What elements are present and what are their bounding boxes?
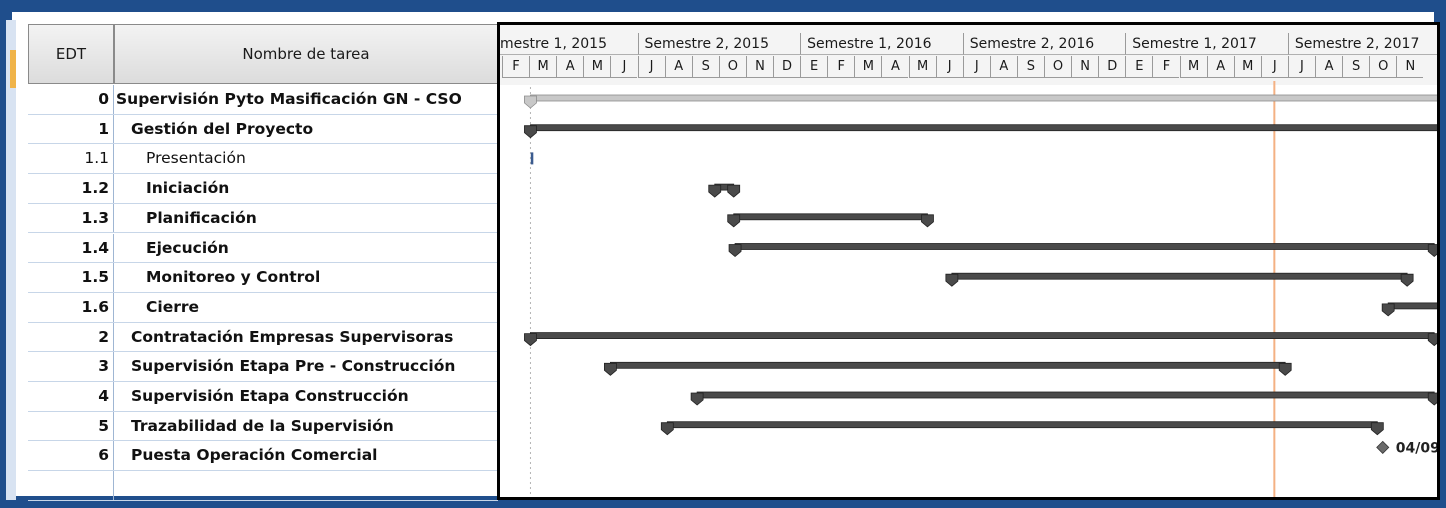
task-name-cell[interactable]: Supervisión Pyto Masificación GN - CSO	[116, 85, 462, 114]
task-bar-short	[530, 152, 534, 165]
edt-cell[interactable]: 6	[28, 441, 114, 471]
summary-bar	[734, 243, 1435, 250]
summary-bar	[666, 421, 1378, 429]
summary-bar	[1387, 302, 1437, 310]
summary-end-cap	[727, 184, 741, 198]
table-row[interactable]: 1.6 Cierre	[28, 292, 498, 323]
task-name-cell[interactable]: Iniciación	[116, 174, 229, 203]
edt-cell[interactable]	[28, 471, 114, 500]
summary-start-cap	[708, 184, 722, 198]
column-header-edt[interactable]: EDT	[28, 24, 114, 84]
summary-start-cap	[524, 333, 537, 347]
summary-bar	[951, 272, 1408, 280]
empty-row[interactable]	[28, 471, 498, 501]
table-row[interactable]: 0 Supervisión Pyto Masificación GN - CSO	[28, 85, 498, 115]
task-table: EDT Nombre de tarea 0 Supervisión Pyto Ma…	[28, 24, 498, 501]
table-row[interactable]: 3 Supervisión Etapa Pre - Construcción	[28, 352, 498, 382]
table-row[interactable]: 1.1 Presentación	[28, 144, 498, 175]
edt-cell[interactable]: 1	[28, 114, 114, 144]
table-row[interactable]: 6 Puesta Operación Comercial	[28, 441, 498, 472]
edt-cell[interactable]: 3	[28, 352, 114, 381]
summary-start-cap	[690, 392, 704, 406]
summary-end-cap	[1400, 273, 1414, 287]
column-header-task-name[interactable]: Nombre de tarea	[114, 24, 498, 84]
summary-end-cap	[1439, 96, 1440, 108]
task-name-cell[interactable]: Ejecución	[116, 234, 229, 263]
edt-cell[interactable]: 2	[28, 322, 114, 352]
table-row[interactable]: 5 Trazabilidad de la Supervisión	[28, 411, 498, 442]
milestone-diamond	[1376, 440, 1390, 454]
summary-end-cap	[1427, 333, 1437, 347]
edt-cell[interactable]: 1.2	[28, 174, 114, 203]
task-name-cell[interactable]: Supervisión Etapa Construcción	[116, 382, 409, 411]
summary-end-cap	[921, 214, 934, 228]
summary-bar	[530, 124, 1437, 132]
gantt-bars: 04/09	[524, 81, 1440, 497]
task-name-cell[interactable]: Supervisión Etapa Pre - Construcción	[116, 352, 455, 381]
summary-start-cap	[727, 214, 741, 228]
task-name-cell[interactable]: Cierre	[116, 293, 199, 322]
gantt-chart: mestre 1, 2015 Semestre 2, 2015 Semestre 1…	[497, 22, 1440, 500]
summary-start-cap	[660, 422, 674, 436]
summary-bar	[733, 213, 928, 221]
summary-end-cap	[1278, 362, 1292, 376]
edt-cell[interactable]: 1.3	[28, 203, 114, 233]
table-row[interactable]: 1 Gestión del Proyecto	[28, 114, 498, 145]
task-name-cell[interactable]: Monitoreo y Control	[116, 263, 320, 292]
summary-bar	[610, 361, 1286, 369]
summary-start-cap	[524, 125, 537, 139]
edt-cell[interactable]: 1.6	[28, 292, 114, 322]
task-name-cell[interactable]: Puesta Operación Comercial	[116, 441, 377, 470]
summary-start-cap	[728, 244, 742, 258]
edt-cell[interactable]: 4	[28, 382, 114, 411]
summary-start-cap	[604, 362, 617, 376]
table-row[interactable]: 4 Supervisión Etapa Construcción	[28, 382, 498, 412]
summary-end-cap	[1427, 392, 1437, 406]
milestone-date-label: 04/09	[1396, 440, 1440, 456]
table-row[interactable]: 1.3 Planificación	[28, 203, 498, 234]
summary-bar	[530, 94, 1437, 102]
task-name-cell[interactable]: Contratación Empresas Supervisoras	[116, 323, 453, 352]
summary-end-cap	[1370, 422, 1384, 436]
summary-start-cap	[1381, 303, 1395, 317]
row-selector-strip[interactable]	[6, 20, 16, 500]
edt-cell[interactable]: 0	[28, 85, 114, 114]
task-name-cell[interactable]: Gestión del Proyecto	[116, 115, 313, 144]
summary-start-cap	[524, 95, 537, 109]
table-row[interactable]: 1.2 Iniciación	[28, 174, 498, 204]
edt-cell[interactable]: 1.5	[28, 263, 114, 292]
table-row[interactable]: 1.4 Ejecución	[28, 233, 498, 264]
summary-bar	[696, 391, 1435, 399]
summary-end-cap	[1439, 126, 1440, 138]
summary-end-cap	[1427, 244, 1437, 258]
summary-start-cap	[945, 273, 959, 287]
task-name-cell[interactable]: Planificación	[116, 204, 257, 233]
edt-cell[interactable]: 1.1	[28, 144, 114, 174]
edt-cell[interactable]: 5	[28, 411, 114, 441]
task-name-cell[interactable]: Trazabilidad de la Supervisión	[116, 412, 394, 441]
task-name-cell[interactable]: Presentación	[116, 144, 246, 173]
table-row[interactable]: 1.5 Monitoreo y Control	[28, 263, 498, 293]
table-row[interactable]: 2 Contratación Empresas Supervisoras	[28, 322, 498, 353]
summary-end-cap	[1439, 304, 1440, 316]
active-row-marker	[10, 50, 16, 88]
edt-cell[interactable]: 1.4	[28, 233, 114, 263]
summary-bar	[530, 332, 1435, 340]
